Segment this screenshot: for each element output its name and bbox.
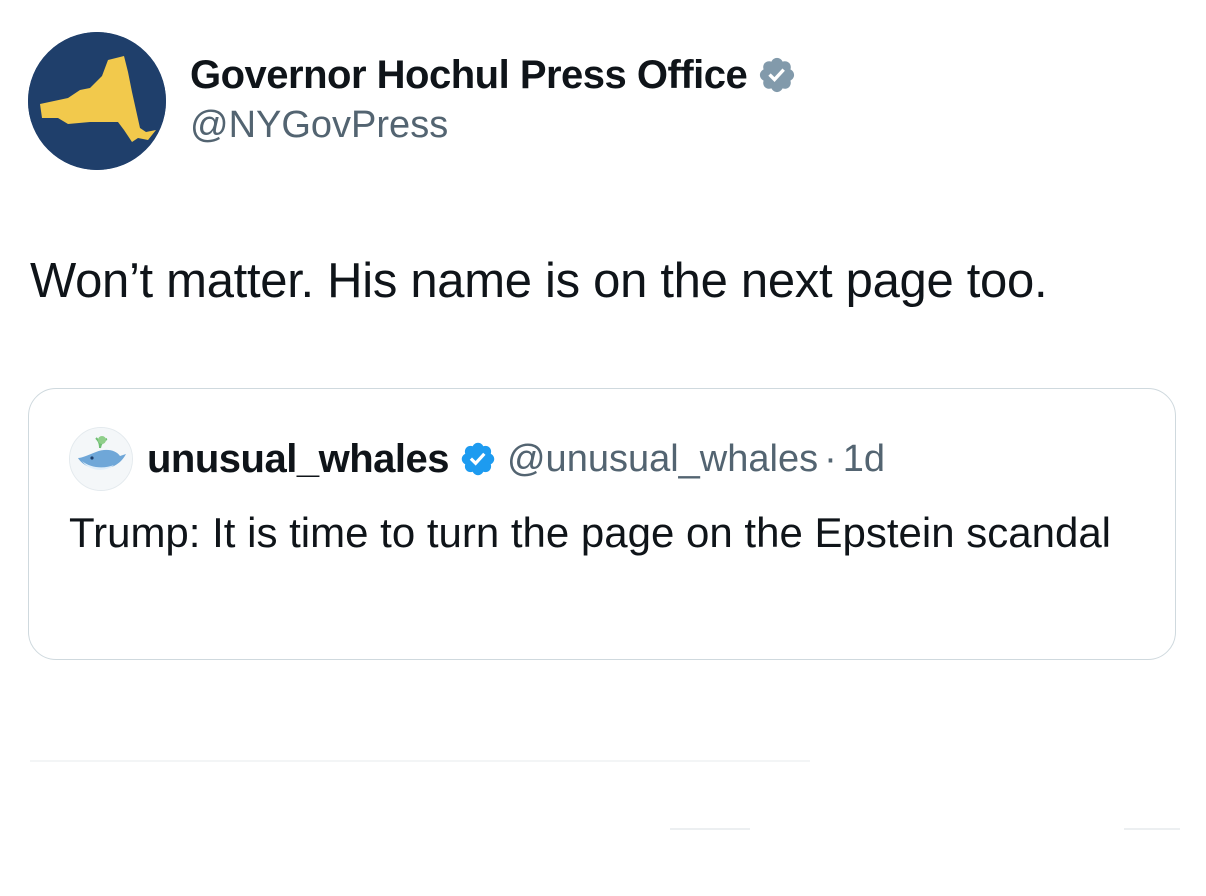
new-york-state-map-icon	[28, 32, 166, 170]
author-avatar[interactable]	[28, 32, 166, 170]
faded-divider	[1124, 828, 1180, 830]
quoted-author-display-name[interactable]: unusual_whales	[147, 437, 449, 482]
faded-divider	[670, 828, 750, 830]
whale-icon	[70, 428, 132, 490]
author-name-row: Governor Hochul Press Office	[190, 50, 797, 100]
author-block: Governor Hochul Press Office @NYGovPress	[190, 50, 797, 147]
author-display-name[interactable]: Governor Hochul Press Office	[190, 53, 748, 98]
tweet-text: Won’t matter. His name is on the next pa…	[30, 254, 1048, 308]
gray-verified-badge-icon[interactable]	[757, 55, 797, 95]
quoted-author-handle[interactable]: @unusual_whales	[507, 438, 818, 481]
separator-dot: ·	[824, 437, 837, 480]
quoted-tweet-timestamp[interactable]: 1d	[843, 438, 885, 481]
quoted-tweet-card[interactable]: unusual_whales @unusual_whales · 1d Trum…	[28, 388, 1176, 660]
blue-verified-badge-icon[interactable]	[459, 440, 497, 478]
quoted-tweet-text: Trump: It is time to turn the page on th…	[69, 509, 1112, 556]
faded-divider	[30, 760, 810, 762]
quoted-tweet-header: unusual_whales @unusual_whales · 1d	[69, 427, 885, 491]
quoted-author-avatar[interactable]	[69, 427, 133, 491]
author-handle[interactable]: @NYGovPress	[190, 104, 797, 147]
